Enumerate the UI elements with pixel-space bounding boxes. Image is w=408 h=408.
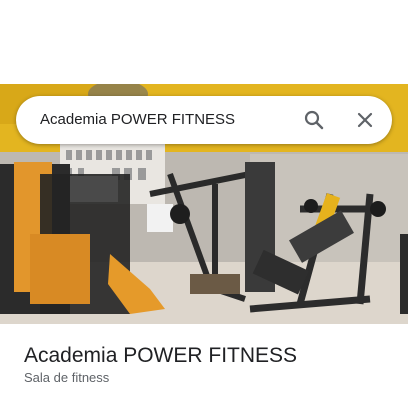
close-icon	[357, 112, 373, 128]
search-input[interactable]: Academia POWER FITNESS	[40, 96, 235, 144]
place-category: Sala de fitness	[24, 370, 110, 385]
search-button[interactable]	[298, 104, 330, 136]
top-blank-area	[0, 0, 408, 84]
search-icon	[304, 110, 324, 130]
close-button[interactable]	[349, 104, 381, 136]
place-title: Academia POWER FITNESS	[24, 344, 298, 367]
place-info-card[interactable]: Academia POWER FITNESS Sala de fitness	[0, 324, 408, 408]
search-bar[interactable]: Academia POWER FITNESS	[16, 96, 392, 144]
